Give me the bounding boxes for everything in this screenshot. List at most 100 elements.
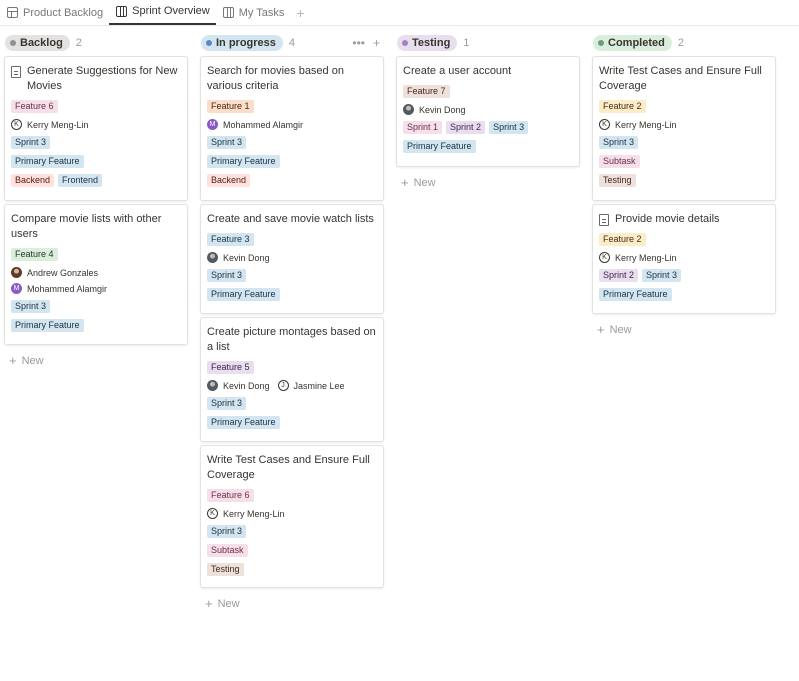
feature-tag: Feature 5 xyxy=(207,361,254,374)
tab-label: Sprint Overview xyxy=(132,5,210,17)
card-title-row: Generate Suggestions for New Movies xyxy=(11,64,181,94)
tab-product-backlog[interactable]: Product Backlog xyxy=(0,0,109,25)
sprint-row: Sprint 3 xyxy=(11,136,181,149)
add-view-button[interactable]: + xyxy=(290,0,310,25)
feature-row: Feature 2 xyxy=(599,100,769,113)
column-name: Completed xyxy=(608,37,665,49)
status-pill[interactable]: Completed xyxy=(593,35,672,51)
type-tag: Primary Feature xyxy=(11,155,84,168)
sprint-tag: Sprint 3 xyxy=(599,136,639,149)
component-tag: Testing xyxy=(207,563,244,576)
sprint-row: Sprint 3 xyxy=(11,300,181,313)
assignee-name: Andrew Gonzales xyxy=(27,267,99,278)
type-tag: Primary Feature xyxy=(207,288,280,301)
column-count: 1 xyxy=(463,37,470,49)
component-tag: Backend xyxy=(207,174,251,187)
task-card[interactable]: Create picture montages based on a list … xyxy=(200,317,384,442)
assignee: J Jasmine Lee xyxy=(277,380,345,391)
feature-row: Feature 5 xyxy=(207,361,377,374)
feature-tag: Feature 1 xyxy=(207,100,254,113)
assignee: Kevin Dong xyxy=(403,104,466,115)
tab-label: My Tasks xyxy=(238,6,285,19)
new-card-button[interactable]: + New xyxy=(592,317,776,342)
tab-sprint-overview[interactable]: Sprint Overview xyxy=(109,0,216,25)
card-title: Write Test Cases and Ensure Full Coverag… xyxy=(599,65,762,92)
plus-icon: + xyxy=(401,175,409,190)
card-title: Search for movies based on various crite… xyxy=(207,65,344,92)
feature-tag: Feature 2 xyxy=(599,233,646,246)
sprint-row: Sprint 3 xyxy=(207,136,377,149)
new-card-button[interactable]: + New xyxy=(4,348,188,373)
task-card[interactable]: Write Test Cases and Ensure Full Coverag… xyxy=(592,56,776,201)
new-card-button[interactable]: + New xyxy=(200,591,384,616)
task-card[interactable]: Compare movie lists with other users Fea… xyxy=(4,204,188,345)
type-row: Primary Feature xyxy=(11,319,181,332)
sprint-tag: Sprint 3 xyxy=(489,121,529,134)
card-title: Generate Suggestions for New Movies xyxy=(27,65,178,92)
assignee: K Kerry Meng-Lin xyxy=(599,119,677,130)
sprint-row: Sprint 3 xyxy=(207,397,377,410)
type-row: Subtask xyxy=(599,155,769,168)
new-card-button[interactable]: + New xyxy=(396,170,580,195)
more-icon[interactable]: ••• xyxy=(352,36,365,50)
type-row: Primary Feature xyxy=(207,416,377,429)
column-count: 2 xyxy=(75,37,82,49)
card-title-row: Provide movie details xyxy=(599,212,769,227)
plus-icon[interactable]: + xyxy=(373,36,380,50)
component-tag: Frontend xyxy=(58,174,103,187)
component-row: Backend xyxy=(207,174,377,187)
assignee-name: Kerry Meng-Lin xyxy=(615,119,677,130)
plus-icon: + xyxy=(9,353,17,368)
sprint-row: Sprint 1 Sprint 2 Sprint 3 xyxy=(403,121,573,134)
column-header: Completed 2 xyxy=(592,34,776,52)
type-tag: Primary Feature xyxy=(207,155,280,168)
task-card[interactable]: Write Test Cases and Ensure Full Coverag… xyxy=(200,445,384,588)
assignee: Kevin Dong xyxy=(207,252,270,263)
type-row: Primary Feature xyxy=(599,288,769,301)
assignee-row: K Kerry Meng-Lin xyxy=(11,119,181,130)
avatar: K xyxy=(599,119,610,130)
avatar: K xyxy=(207,508,218,519)
feature-row: Feature 4 xyxy=(11,248,181,261)
assignee: K Kerry Meng-Lin xyxy=(11,119,89,130)
sprint-tag: Sprint 3 xyxy=(207,136,247,149)
card-title: Compare movie lists with other users xyxy=(11,213,162,240)
feature-tag: Feature 2 xyxy=(599,100,646,113)
status-pill[interactable]: Testing xyxy=(397,35,458,51)
document-icon xyxy=(599,214,609,226)
type-tag: Subtask xyxy=(599,155,640,168)
card-title-row: Create a user account xyxy=(403,64,573,79)
assignee: M Mohammed Alamgir xyxy=(11,283,107,294)
tab-my-tasks[interactable]: My Tasks xyxy=(216,0,291,25)
assignee-name: Kerry Meng-Lin xyxy=(27,119,89,130)
type-row: Primary Feature xyxy=(403,140,573,153)
board-icon xyxy=(222,7,234,18)
column-backlog: Backlog 2 Generate Suggestions for New M… xyxy=(4,34,188,373)
assignee-name: Kevin Dong xyxy=(223,380,270,391)
assignee-row: K Kerry Meng-Lin xyxy=(599,119,769,130)
status-pill[interactable]: In progress xyxy=(201,35,283,51)
task-card[interactable]: Provide movie details Feature 2 K Kerry M… xyxy=(592,204,776,314)
sprint-tag: Sprint 3 xyxy=(207,397,247,410)
type-tag: Subtask xyxy=(207,544,248,557)
sprint-tag: Sprint 3 xyxy=(207,269,247,282)
card-title-row: Search for movies based on various crite… xyxy=(207,64,377,94)
task-card[interactable]: Generate Suggestions for New Movies Feat… xyxy=(4,56,188,201)
type-tag: Primary Feature xyxy=(11,319,84,332)
plus-icon: + xyxy=(597,322,605,337)
component-tag: Backend xyxy=(11,174,55,187)
task-card[interactable]: Create a user account Feature 7 Kevin Do… xyxy=(396,56,580,167)
status-pill[interactable]: Backlog xyxy=(5,35,70,51)
feature-tag: Feature 7 xyxy=(403,85,450,98)
task-card[interactable]: Create and save movie watch lists Featur… xyxy=(200,204,384,314)
type-tag: Primary Feature xyxy=(207,416,280,429)
column-in-progress: In progress 4 ••• + Search for movies ba… xyxy=(200,34,384,616)
assignee-name: Kevin Dong xyxy=(223,252,270,263)
type-row: Primary Feature xyxy=(207,155,377,168)
sprint-tag: Sprint 2 xyxy=(599,269,639,282)
sprint-tag: Sprint 3 xyxy=(642,269,682,282)
task-card[interactable]: Search for movies based on various crite… xyxy=(200,56,384,201)
status-dot-icon xyxy=(598,40,604,46)
component-tag: Testing xyxy=(599,174,636,187)
column-name: Backlog xyxy=(20,37,63,49)
